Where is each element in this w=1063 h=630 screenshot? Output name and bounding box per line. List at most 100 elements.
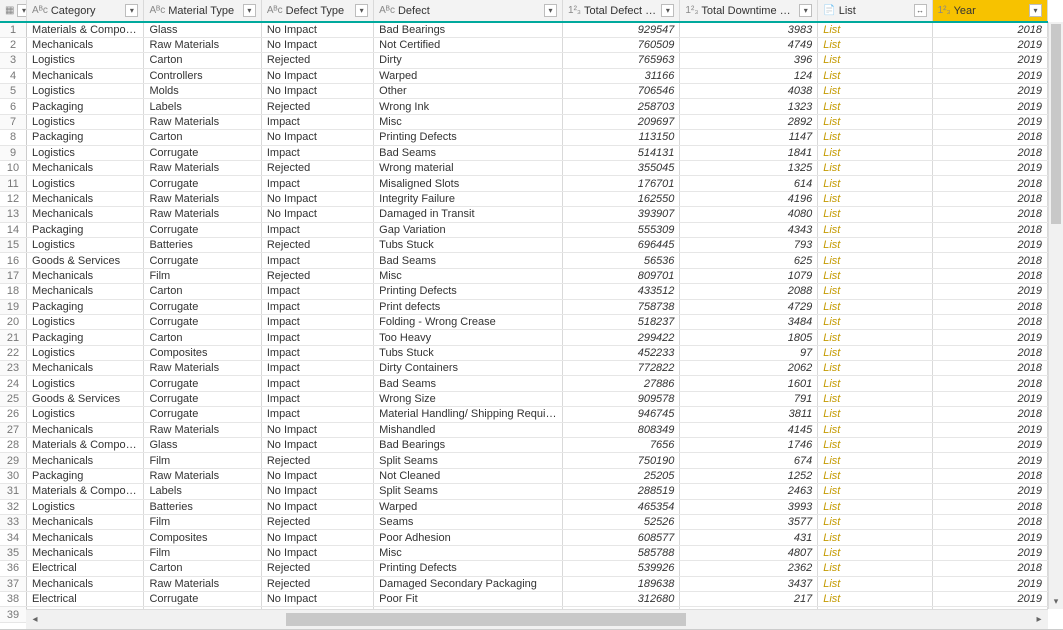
cell-defect-type[interactable]: Impact: [261, 253, 373, 268]
cell-material[interactable]: Corrugate: [144, 407, 261, 422]
cell-downtime[interactable]: 4080: [680, 207, 818, 222]
row-number[interactable]: 31: [0, 484, 27, 499]
row-number[interactable]: 6: [0, 99, 27, 114]
cell-qty[interactable]: 189638: [563, 576, 680, 591]
cell-material[interactable]: Corrugate: [144, 376, 261, 391]
cell-material[interactable]: Carton: [144, 330, 261, 345]
cell-qty[interactable]: 27886: [563, 376, 680, 391]
cell-qty[interactable]: 809701: [563, 268, 680, 283]
cell-downtime[interactable]: 2463: [680, 484, 818, 499]
cell-list[interactable]: List: [818, 268, 932, 283]
cell-defect[interactable]: Split Seams: [374, 484, 563, 499]
cell-category[interactable]: Logistics: [27, 376, 144, 391]
cell-material[interactable]: Raw Materials: [144, 207, 261, 222]
cell-material[interactable]: Raw Materials: [144, 191, 261, 206]
corner-cell[interactable]: ▦▾: [0, 0, 27, 22]
cell-downtime[interactable]: 431: [680, 530, 818, 545]
cell-defect-type[interactable]: Rejected: [261, 161, 373, 176]
row-number[interactable]: 8: [0, 130, 27, 145]
dropdown-icon[interactable]: ▾: [544, 4, 557, 17]
cell-category[interactable]: Logistics: [27, 237, 144, 252]
cell-defect-type[interactable]: Impact: [261, 407, 373, 422]
cell-qty[interactable]: 585788: [563, 545, 680, 560]
cell-list[interactable]: List: [818, 345, 932, 360]
cell-material[interactable]: Carton: [144, 130, 261, 145]
cell-qty[interactable]: 355045: [563, 161, 680, 176]
cell-category[interactable]: Mechanicals: [27, 530, 144, 545]
cell-qty[interactable]: 808349: [563, 422, 680, 437]
cell-category[interactable]: Logistics: [27, 53, 144, 68]
cell-list[interactable]: List: [818, 468, 932, 483]
cell-year[interactable]: 2019: [932, 530, 1047, 545]
cell-material[interactable]: Raw Materials: [144, 468, 261, 483]
cell-defect-type[interactable]: Impact: [261, 361, 373, 376]
cell-list[interactable]: List: [818, 114, 932, 129]
row-number[interactable]: 33: [0, 515, 27, 530]
cell-downtime[interactable]: 4729: [680, 299, 818, 314]
cell-list[interactable]: List: [818, 99, 932, 114]
cell-year[interactable]: 2019: [932, 484, 1047, 499]
cell-material[interactable]: Film: [144, 453, 261, 468]
cell-list[interactable]: List: [818, 161, 932, 176]
cell-category[interactable]: Packaging: [27, 99, 144, 114]
cell-defect[interactable]: Tubs Stuck: [374, 237, 563, 252]
table-row[interactable]: 5LogisticsMoldsNo ImpactOther7065464038L…: [0, 84, 1048, 99]
cell-defect[interactable]: Not Cleaned: [374, 468, 563, 483]
cell-category[interactable]: Mechanicals: [27, 361, 144, 376]
cell-downtime[interactable]: 793: [680, 237, 818, 252]
cell-year[interactable]: 2019: [932, 391, 1047, 406]
vertical-scrollbar[interactable]: ▴ ▾: [1048, 22, 1063, 609]
cell-material[interactable]: Carton: [144, 284, 261, 299]
cell-year[interactable]: 2019: [932, 545, 1047, 560]
cell-defect-type[interactable]: Impact: [261, 376, 373, 391]
cell-category[interactable]: Materials & Components: [27, 438, 144, 453]
row-number[interactable]: 19: [0, 299, 27, 314]
cell-qty[interactable]: 555309: [563, 222, 680, 237]
cell-list[interactable]: List: [818, 314, 932, 329]
cell-downtime[interactable]: 3437: [680, 576, 818, 591]
cell-defect[interactable]: Other: [374, 84, 563, 99]
header-year[interactable]: 1²₃Year▾: [932, 0, 1047, 22]
cell-downtime[interactable]: 2062: [680, 361, 818, 376]
cell-qty[interactable]: 518237: [563, 314, 680, 329]
cell-downtime[interactable]: 4749: [680, 37, 818, 52]
cell-category[interactable]: Logistics: [27, 114, 144, 129]
cell-year[interactable]: 2018: [932, 361, 1047, 376]
row-number[interactable]: 7: [0, 114, 27, 129]
cell-category[interactable]: Packaging: [27, 222, 144, 237]
cell-material[interactable]: Raw Materials: [144, 361, 261, 376]
cell-qty[interactable]: 299422: [563, 330, 680, 345]
row-number[interactable]: 24: [0, 376, 27, 391]
table-row[interactable]: 19PackagingCorrugateImpactPrint defects7…: [0, 299, 1048, 314]
cell-defect-type[interactable]: Impact: [261, 299, 373, 314]
cell-year[interactable]: 2018: [932, 499, 1047, 514]
cell-defect-type[interactable]: Rejected: [261, 561, 373, 576]
cell-downtime[interactable]: 4145: [680, 422, 818, 437]
cell-list[interactable]: List: [818, 68, 932, 83]
row-number[interactable]: 23: [0, 361, 27, 376]
horizontal-scrollbar[interactable]: ◂ ▸: [26, 609, 1048, 629]
cell-defect[interactable]: Misc: [374, 268, 563, 283]
cell-material[interactable]: Corrugate: [144, 391, 261, 406]
cell-qty[interactable]: 258703: [563, 99, 680, 114]
cell-defect[interactable]: Gap Variation: [374, 222, 563, 237]
cell-list[interactable]: List: [818, 191, 932, 206]
cell-defect[interactable]: Not Certified: [374, 37, 563, 52]
cell-qty[interactable]: 929547: [563, 22, 680, 37]
cell-year[interactable]: 2019: [932, 237, 1047, 252]
cell-defect[interactable]: Integrity Failure: [374, 191, 563, 206]
row-number[interactable]: 38: [0, 591, 27, 606]
cell-downtime[interactable]: 2088: [680, 284, 818, 299]
row-number[interactable]: 3: [0, 53, 27, 68]
cell-qty[interactable]: 113150: [563, 130, 680, 145]
cell-defect-type[interactable]: No Impact: [261, 591, 373, 606]
cell-material[interactable]: Raw Materials: [144, 37, 261, 52]
cell-list[interactable]: List: [818, 53, 932, 68]
cell-category[interactable]: Mechanicals: [27, 422, 144, 437]
header-material[interactable]: AᴮcMaterial Type▾: [144, 0, 261, 22]
table-row[interactable]: 13MechanicalsRaw MaterialsNo ImpactDamag…: [0, 207, 1048, 222]
row-number[interactable]: 21: [0, 330, 27, 345]
cell-downtime[interactable]: 1325: [680, 161, 818, 176]
cell-defect-type[interactable]: No Impact: [261, 438, 373, 453]
cell-list[interactable]: List: [818, 130, 932, 145]
